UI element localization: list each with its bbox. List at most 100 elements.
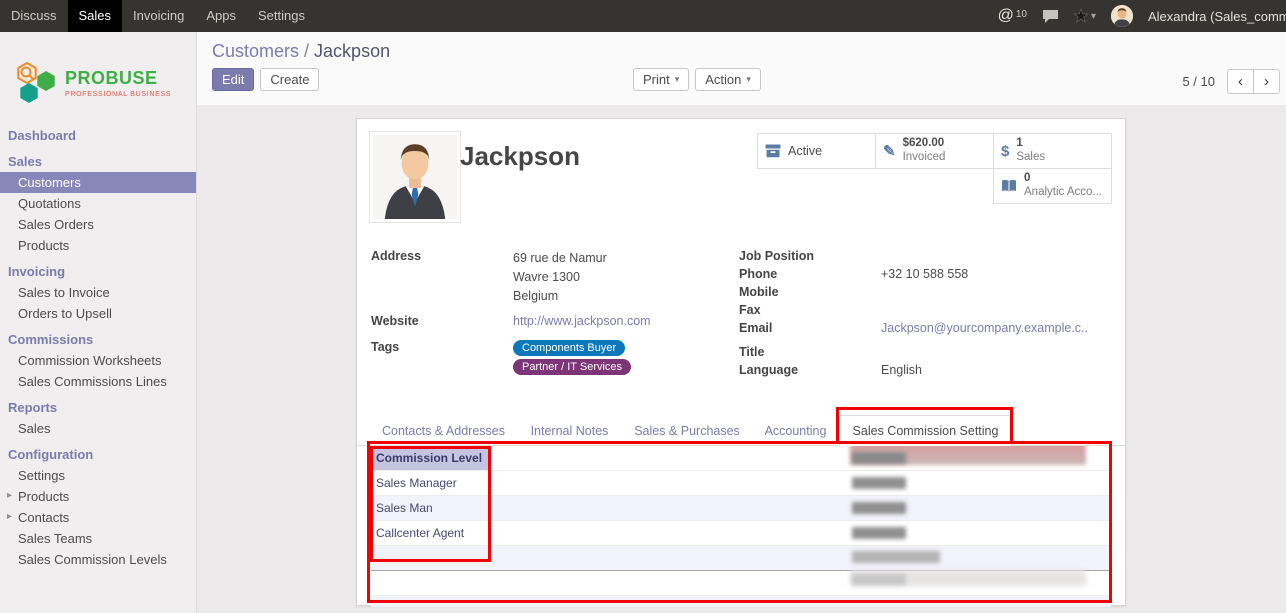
probuse-logo-icon xyxy=(14,61,58,105)
debug-menu[interactable]: ▾ xyxy=(1074,9,1096,23)
sidebar-item-products[interactable]: Products xyxy=(0,235,196,256)
sidebar-item-sales-commissions-lines[interactable]: Sales Commissions Lines xyxy=(0,371,196,392)
caret-right-icon: ▸ xyxy=(7,511,12,522)
book-icon xyxy=(1001,179,1017,193)
menu-discuss[interactable]: Discuss xyxy=(0,0,68,32)
invoiced-stat-button[interactable]: ✎ $620.00 Invoiced xyxy=(875,133,994,169)
tags-label: Tags xyxy=(371,340,513,378)
table-header-row: Commission Level xyxy=(371,446,1111,471)
tab-contacts-addresses[interactable]: Contacts & Addresses xyxy=(370,415,517,447)
dollar-icon: $ xyxy=(1001,143,1009,160)
tag-partner-it-services[interactable]: Partner / IT Services xyxy=(513,359,631,375)
field-email: Email Jackpson@yourcompany.example.c.. xyxy=(739,321,1113,337)
sidebar-item-orders-to-upsell[interactable]: Orders to Upsell xyxy=(0,303,196,324)
analytic-accounts-stat-button[interactable]: 0 Analytic Acco... xyxy=(993,168,1112,204)
menu-invoicing[interactable]: Invoicing xyxy=(122,0,195,32)
user-avatar[interactable] xyxy=(1111,5,1133,27)
sidebar-item-sales-teams[interactable]: Sales Teams xyxy=(0,528,196,549)
breadcrumb-customers[interactable]: Customers xyxy=(212,41,299,61)
pager-previous-button[interactable]: ‹ xyxy=(1227,69,1254,94)
field-website: Website http://www.jackpson.com xyxy=(371,314,731,330)
table-row-sales-man[interactable]: Sales Man xyxy=(371,496,1111,521)
sidebar-item-reports[interactable]: Reports xyxy=(0,397,196,418)
sidebar-item-quotations[interactable]: Quotations xyxy=(0,193,196,214)
phone-label: Phone xyxy=(739,267,881,283)
sidebar-item-sales[interactable]: Sales xyxy=(0,151,196,172)
tab-internal-notes[interactable]: Internal Notes xyxy=(517,415,622,447)
menu-apps[interactable]: Apps xyxy=(195,0,247,32)
user-menu[interactable]: Alexandra (Sales_comm.. xyxy=(1148,9,1286,24)
create-button[interactable]: Create xyxy=(260,68,319,91)
edit-button[interactable]: Edit xyxy=(212,68,254,91)
sidebar-item-reports-sales[interactable]: Sales xyxy=(0,418,196,439)
brand-name: PROBUSE xyxy=(65,68,171,89)
sidebar-item-config-settings[interactable]: Settings xyxy=(0,465,196,486)
mobile-value[interactable] xyxy=(881,285,1113,301)
chat-icon[interactable] xyxy=(1042,9,1059,24)
table-row-empty xyxy=(371,571,1111,596)
field-job-position: Job Position xyxy=(739,249,1113,265)
active-toggle-button[interactable]: Active xyxy=(757,133,876,169)
menu-settings[interactable]: Settings xyxy=(247,0,316,32)
star-icon xyxy=(1074,9,1088,23)
probuse-logo[interactable]: PROBUSE PROFESSIONAL BUSINESS xyxy=(0,32,196,120)
title-value[interactable] xyxy=(881,345,1113,361)
mobile-label: Mobile xyxy=(739,285,881,301)
website-label: Website xyxy=(371,314,513,330)
sidebar: PROBUSE PROFESSIONAL BUSINESS Dashboard … xyxy=(0,32,197,613)
title-label: Title xyxy=(739,345,881,361)
website-link[interactable]: http://www.jackpson.com xyxy=(513,314,651,328)
pencil-icon: ✎ xyxy=(883,142,896,160)
pager-next-button[interactable]: › xyxy=(1253,69,1280,94)
sales-stat-button[interactable]: $ 1 Sales xyxy=(993,133,1112,169)
archive-icon xyxy=(765,144,781,158)
chevron-left-icon: ‹ xyxy=(1238,73,1243,90)
table-row-empty xyxy=(371,596,1111,607)
sidebar-item-sales-orders[interactable]: Sales Orders xyxy=(0,214,196,235)
language-value[interactable]: English xyxy=(881,363,1113,379)
tab-sales-commission-setting[interactable]: Sales Commission Setting xyxy=(839,415,1012,447)
analytic-count: 0 xyxy=(1024,172,1102,186)
tag-components-buyer[interactable]: Components Buyer xyxy=(513,340,625,356)
column-header-commission-level[interactable]: Commission Level xyxy=(371,446,489,470)
table-row-sales-manager[interactable]: Sales Manager xyxy=(371,471,1111,496)
phone-value[interactable]: +32 10 588 558 xyxy=(881,267,1113,283)
fax-value[interactable] xyxy=(881,303,1113,319)
breadcrumb-separator: / xyxy=(304,41,309,61)
sidebar-item-dashboard[interactable]: Dashboard xyxy=(0,125,196,146)
sidebar-item-config-contacts[interactable]: ▸ Contacts xyxy=(0,507,196,528)
mentions-indicator[interactable]: @ 10 xyxy=(998,5,1027,27)
sidebar-item-commissions[interactable]: Commissions xyxy=(0,329,196,350)
sidebar-item-invoicing[interactable]: Invoicing xyxy=(0,261,196,282)
email-link[interactable]: Jackpson@yourcompany.example.c.. xyxy=(881,321,1088,335)
sidebar-item-config-products[interactable]: ▸ Products xyxy=(0,486,196,507)
tab-accounting[interactable]: Accounting xyxy=(752,415,839,447)
record-name: Jackpson xyxy=(460,141,580,172)
print-dropdown[interactable]: Print ▾ xyxy=(633,68,689,91)
sidebar-item-configuration[interactable]: Configuration xyxy=(0,444,196,465)
sidebar-item-sales-to-invoice[interactable]: Sales to Invoice xyxy=(0,282,196,303)
caret-down-icon: ▾ xyxy=(746,74,751,85)
sidebar-item-commission-worksheets[interactable]: Commission Worksheets xyxy=(0,350,196,371)
job-position-value[interactable] xyxy=(881,249,1113,265)
sidebar-nav: Dashboard Sales Customers Quotations Sal… xyxy=(0,125,196,570)
address-value[interactable]: 69 rue de Namur Wavre 1300 Belgium xyxy=(513,249,731,306)
tab-sales-purchases[interactable]: Sales & Purchases xyxy=(622,415,752,447)
customer-avatar-image[interactable] xyxy=(369,131,461,223)
app-menu: Discuss Sales Invoicing Apps Settings xyxy=(0,0,316,32)
field-tags: Tags Components Buyer Partner / IT Servi… xyxy=(371,340,731,378)
sidebar-item-sales-commission-levels[interactable]: Sales Commission Levels xyxy=(0,549,196,570)
field-mobile: Mobile xyxy=(739,285,1113,301)
left-field-group: Address 69 rue de Namur Wavre 1300 Belgi… xyxy=(371,249,731,380)
active-label: Active xyxy=(788,144,822,158)
table-row-callcenter-agent[interactable]: Callcenter Agent xyxy=(371,521,1111,546)
menu-sales[interactable]: Sales xyxy=(68,0,123,32)
probuse-logo-text: PROBUSE PROFESSIONAL BUSINESS xyxy=(65,68,171,98)
field-fax: Fax xyxy=(739,303,1113,319)
table-row-empty xyxy=(371,546,1111,571)
action-dropdown[interactable]: Action ▾ xyxy=(695,68,761,91)
record-sheet: Jackpson Active ✎ $620.00 Invoiced xyxy=(356,118,1126,606)
job-position-label: Job Position xyxy=(739,249,881,265)
sidebar-item-customers[interactable]: Customers xyxy=(0,172,196,193)
control-panel: Customers/Jackpson Edit Create Print ▾ A… xyxy=(197,32,1286,105)
